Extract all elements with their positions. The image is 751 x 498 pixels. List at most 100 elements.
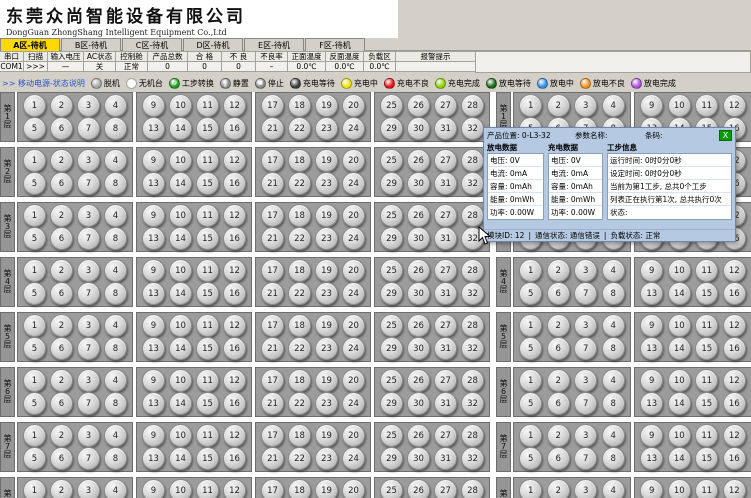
cell-button[interactable]: 12: [223, 149, 246, 172]
cell-button[interactable]: 3: [574, 424, 597, 447]
cell-button[interactable]: 15: [695, 337, 718, 360]
cell-button[interactable]: 23: [315, 117, 338, 140]
cell-button[interactable]: 5: [519, 282, 542, 305]
cell-button[interactable]: 1: [519, 314, 542, 337]
cell-button[interactable]: 3: [574, 369, 597, 392]
cell-button[interactable]: 3: [77, 204, 100, 227]
cell-button[interactable]: 8: [104, 172, 127, 195]
cell-button[interactable]: 18: [288, 369, 311, 392]
cell-button[interactable]: 10: [668, 259, 691, 282]
cell-button[interactable]: 19: [315, 259, 338, 282]
cell-button[interactable]: 25: [380, 149, 403, 172]
cell-button[interactable]: 24: [342, 282, 365, 305]
cell-button[interactable]: 15: [196, 447, 219, 470]
cell-button[interactable]: 16: [223, 227, 246, 250]
cell-button[interactable]: 16: [223, 392, 246, 415]
cell-button[interactable]: 15: [196, 337, 219, 360]
cell-button[interactable]: 15: [695, 392, 718, 415]
cell-button[interactable]: 28: [461, 424, 484, 447]
cell-button[interactable]: 7: [574, 447, 597, 470]
cell-button[interactable]: 1: [23, 149, 46, 172]
cell-button[interactable]: 6: [50, 337, 73, 360]
cell-button[interactable]: 4: [104, 94, 127, 117]
cell-button[interactable]: 13: [142, 172, 165, 195]
cell-button[interactable]: 3: [574, 259, 597, 282]
cell-button[interactable]: 5: [519, 337, 542, 360]
tab-zone-a[interactable]: A区-待机: [0, 38, 60, 51]
cell-button[interactable]: 28: [461, 479, 484, 498]
cell-button[interactable]: 31: [434, 117, 457, 140]
cell-button[interactable]: 26: [407, 259, 430, 282]
cell-button[interactable]: 19: [315, 149, 338, 172]
cell-button[interactable]: 25: [380, 369, 403, 392]
cell-button[interactable]: 14: [169, 447, 192, 470]
cell-button[interactable]: 2: [50, 314, 73, 337]
cell-button[interactable]: 32: [461, 337, 484, 360]
cell-button[interactable]: 2: [50, 204, 73, 227]
cell-button[interactable]: 11: [196, 314, 219, 337]
cell-button[interactable]: 19: [315, 94, 338, 117]
cell-button[interactable]: 11: [196, 204, 219, 227]
cell-button[interactable]: 31: [434, 282, 457, 305]
cell-button[interactable]: 4: [104, 479, 127, 498]
cell-button[interactable]: 29: [380, 227, 403, 250]
cell-button[interactable]: 28: [461, 259, 484, 282]
cell-button[interactable]: 17: [261, 424, 284, 447]
cell-button[interactable]: 11: [196, 369, 219, 392]
tab-zone-e[interactable]: E区-待机: [244, 38, 304, 51]
cell-button[interactable]: 12: [223, 424, 246, 447]
cell-button[interactable]: 16: [223, 337, 246, 360]
cell-button[interactable]: 6: [50, 172, 73, 195]
cell-button[interactable]: 29: [380, 447, 403, 470]
cell-button[interactable]: 10: [169, 424, 192, 447]
cell-button[interactable]: 11: [695, 479, 718, 498]
cell-button[interactable]: 20: [342, 149, 365, 172]
cell-button[interactable]: 1: [519, 479, 542, 498]
cell-button[interactable]: 29: [380, 117, 403, 140]
cell-button[interactable]: 4: [104, 369, 127, 392]
cell-button[interactable]: 14: [668, 282, 691, 305]
cell-button[interactable]: 9: [640, 259, 663, 282]
cell-button[interactable]: 24: [342, 392, 365, 415]
cell-button[interactable]: 4: [602, 479, 625, 498]
cell-button[interactable]: 16: [223, 172, 246, 195]
cell-button[interactable]: 1: [23, 204, 46, 227]
cell-button[interactable]: 14: [169, 172, 192, 195]
cell-button[interactable]: 18: [288, 204, 311, 227]
cell-button[interactable]: 21: [261, 117, 284, 140]
cell-button[interactable]: 4: [602, 369, 625, 392]
cell-button[interactable]: 13: [142, 447, 165, 470]
cell-button[interactable]: 11: [196, 424, 219, 447]
cell-button[interactable]: 2: [50, 424, 73, 447]
cell-button[interactable]: 14: [668, 337, 691, 360]
cell-button[interactable]: 24: [342, 117, 365, 140]
cell-button[interactable]: 13: [640, 392, 663, 415]
cell-button[interactable]: 20: [342, 479, 365, 498]
cell-button[interactable]: 2: [547, 369, 570, 392]
cell-button[interactable]: 14: [169, 117, 192, 140]
cell-button[interactable]: 31: [434, 392, 457, 415]
cell-button[interactable]: 19: [315, 424, 338, 447]
cell-button[interactable]: 17: [261, 204, 284, 227]
cell-button[interactable]: 23: [315, 227, 338, 250]
cell-button[interactable]: 14: [668, 392, 691, 415]
cell-button[interactable]: 32: [461, 392, 484, 415]
cell-button[interactable]: 9: [142, 369, 165, 392]
cell-button[interactable]: 6: [50, 282, 73, 305]
cell-button[interactable]: 8: [104, 282, 127, 305]
cell-button[interactable]: 4: [602, 424, 625, 447]
cell-button[interactable]: 31: [434, 337, 457, 360]
cell-button[interactable]: 13: [640, 337, 663, 360]
cell-button[interactable]: 13: [142, 337, 165, 360]
cell-button[interactable]: 17: [261, 94, 284, 117]
tab-zone-d[interactable]: D区-待机: [183, 38, 243, 51]
cell-button[interactable]: 1: [519, 424, 542, 447]
cell-button[interactable]: 3: [77, 369, 100, 392]
cell-button[interactable]: 7: [574, 337, 597, 360]
cell-button[interactable]: 6: [547, 447, 570, 470]
cell-button[interactable]: 23: [315, 392, 338, 415]
tab-zone-b[interactable]: B区-待机: [61, 38, 121, 51]
cell-button[interactable]: 30: [407, 447, 430, 470]
cell-button[interactable]: 30: [407, 117, 430, 140]
cell-button[interactable]: 2: [547, 94, 570, 117]
